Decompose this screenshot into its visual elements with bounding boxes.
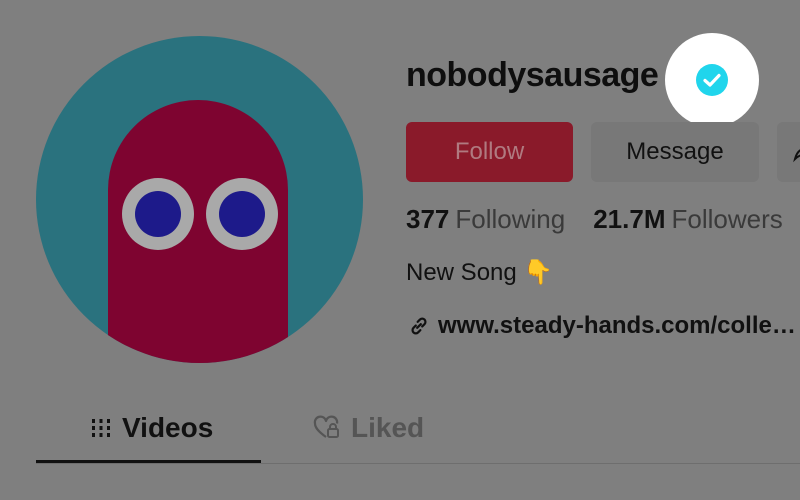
verified-highlight bbox=[665, 33, 759, 127]
grid-icon bbox=[92, 419, 110, 437]
tab-videos-label: Videos bbox=[122, 412, 214, 443]
avatar-right-eye bbox=[206, 178, 278, 250]
profile-page: nobodysausage Follow Message 377 Followin… bbox=[0, 0, 800, 500]
bio-link-text[interactable]: www.steady-hands.com/colle… bbox=[438, 312, 796, 340]
avatar[interactable] bbox=[36, 36, 363, 363]
followers-label[interactable]: Followers bbox=[671, 204, 782, 234]
profile-stats: 377 Following 21.7M Followers bbox=[406, 204, 783, 235]
tab-liked-label: Liked bbox=[351, 412, 425, 443]
share-icon bbox=[793, 149, 800, 163]
followers-count[interactable]: 21.7M bbox=[593, 204, 665, 234]
tab-divider bbox=[36, 463, 800, 464]
avatar-left-eye bbox=[122, 178, 194, 250]
following-count[interactable]: 377 bbox=[406, 204, 449, 234]
heart-lock-icon bbox=[313, 415, 339, 438]
username: nobodysausage bbox=[406, 56, 659, 94]
bio-text: New Song 👇 bbox=[406, 259, 554, 286]
link-icon bbox=[411, 317, 427, 335]
following-label[interactable]: Following bbox=[455, 204, 565, 234]
tab-liked[interactable]: Liked bbox=[313, 412, 424, 444]
verified-badge-icon bbox=[696, 64, 728, 96]
message-button[interactable]: Message bbox=[591, 122, 759, 182]
tab-videos[interactable]: Videos bbox=[90, 412, 213, 444]
follow-button[interactable]: Follow bbox=[406, 122, 573, 182]
bio-link[interactable]: www.steady-hands.com/colle… bbox=[408, 312, 796, 340]
share-button[interactable] bbox=[777, 122, 800, 182]
